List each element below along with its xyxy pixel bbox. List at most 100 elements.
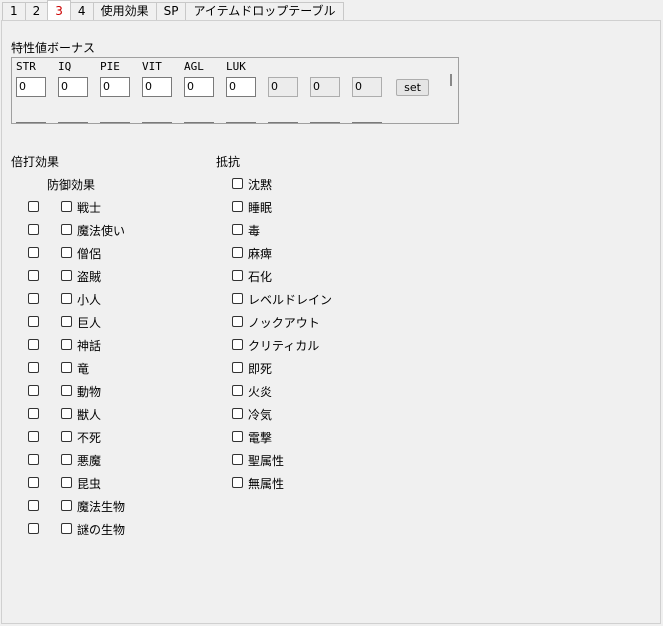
extra-input-1: 0 <box>268 77 298 97</box>
defense-checkbox[interactable] <box>61 293 72 304</box>
stat-label-vit: VIT <box>142 60 162 73</box>
stat-label-agl: AGL <box>184 60 204 73</box>
row2-input-1[interactable] <box>16 122 46 123</box>
multiplier-checkbox[interactable] <box>28 385 39 396</box>
defense-checkbox[interactable] <box>61 477 72 488</box>
tab-sp[interactable]: SP <box>155 2 187 20</box>
resistance-label: 聖属性 <box>248 454 285 468</box>
tab-4[interactable]: 4 <box>69 2 94 20</box>
multiplier-checkbox[interactable] <box>28 247 39 258</box>
resistance-checkbox[interactable] <box>232 270 243 281</box>
defense-checkbox[interactable] <box>61 247 72 258</box>
race-label: 昆虫 <box>77 477 102 491</box>
multiplier-checkbox[interactable] <box>28 500 39 511</box>
multiplier-checkbox[interactable] <box>28 270 39 281</box>
tab-item-drop-table[interactable]: アイテムドロップテーブル <box>185 2 344 20</box>
race-label: 魔法使い <box>77 224 126 238</box>
multiplier-checkbox[interactable] <box>28 201 39 212</box>
resistance-checkbox[interactable] <box>232 224 243 235</box>
resistance-checkbox[interactable] <box>232 431 243 442</box>
resistance-checkbox[interactable] <box>232 477 243 488</box>
resistance-checkbox[interactable] <box>232 247 243 258</box>
row2-input-9[interactable] <box>352 122 382 123</box>
resistance-label: レベルドレイン <box>248 293 333 307</box>
defense-checkbox[interactable] <box>61 201 72 212</box>
race-label: 小人 <box>77 293 102 307</box>
defense-checkbox[interactable] <box>61 523 72 534</box>
resistance-label: 冷気 <box>248 408 273 422</box>
tab-strip: 1 2 3 4 使用効果 SP アイテムドロップテーブル <box>2 0 344 21</box>
multiplier-checkbox[interactable] <box>28 316 39 327</box>
row2-input-2[interactable] <box>58 122 88 123</box>
tab-1[interactable]: 1 <box>2 2 26 20</box>
defense-checkbox[interactable] <box>61 339 72 350</box>
resistance-label: 沈黙 <box>248 178 273 192</box>
resistance-title: 抵抗 <box>216 155 241 169</box>
multiplier-effect-title: 倍打効果 <box>11 155 60 169</box>
row2-input-6[interactable] <box>226 122 256 123</box>
tab-2[interactable]: 2 <box>24 2 49 20</box>
defense-checkbox[interactable] <box>61 500 72 511</box>
race-label: 戦士 <box>77 201 102 215</box>
resistance-label: ノックアウト <box>248 316 320 330</box>
agl-input[interactable]: 0 <box>184 77 214 97</box>
row2-input-8[interactable] <box>310 122 340 123</box>
multiplier-checkbox[interactable] <box>28 362 39 373</box>
stat-bonus-group: STR IQ PIE VIT AGL LUK 0 0 0 0 0 0 0 0 0… <box>11 57 459 124</box>
race-label: 動物 <box>77 385 102 399</box>
stat-label-str: STR <box>16 60 36 73</box>
race-label: 神話 <box>77 339 102 353</box>
multiplier-checkbox[interactable] <box>28 293 39 304</box>
defense-checkbox[interactable] <box>61 224 72 235</box>
multiplier-checkbox[interactable] <box>28 408 39 419</box>
defense-effect-title: 防御効果 <box>47 178 96 192</box>
resistance-checkbox[interactable] <box>232 362 243 373</box>
resistance-label: 無属性 <box>248 477 285 491</box>
resistance-checkbox[interactable] <box>232 293 243 304</box>
set-button[interactable]: set <box>396 79 429 96</box>
resistance-checkbox[interactable] <box>232 408 243 419</box>
luk-input[interactable]: 0 <box>226 77 256 97</box>
multiplier-checkbox[interactable] <box>28 224 39 235</box>
resistance-checkbox[interactable] <box>232 454 243 465</box>
defense-checkbox[interactable] <box>61 270 72 281</box>
stat-bonus-title: 特性値ボーナス <box>11 41 96 55</box>
resistance-checkbox[interactable] <box>232 316 243 327</box>
tab-3[interactable]: 3 <box>47 0 71 20</box>
defense-checkbox[interactable] <box>61 362 72 373</box>
defense-checkbox[interactable] <box>61 385 72 396</box>
vit-input[interactable]: 0 <box>142 77 172 97</box>
multiplier-checkbox[interactable] <box>28 477 39 488</box>
scroll-indicator[interactable] <box>450 74 452 86</box>
race-label: 僧侶 <box>77 247 102 261</box>
resistance-checkbox[interactable] <box>232 339 243 350</box>
resistance-label: クリティカル <box>248 339 320 353</box>
row2-input-3[interactable] <box>100 122 130 123</box>
resistance-label: 睡眠 <box>248 201 273 215</box>
stat-label-iq: IQ <box>58 60 72 73</box>
multiplier-checkbox[interactable] <box>28 339 39 350</box>
resistance-checkbox[interactable] <box>232 178 243 189</box>
multiplier-checkbox[interactable] <box>28 454 39 465</box>
defense-checkbox[interactable] <box>61 408 72 419</box>
str-input[interactable]: 0 <box>16 77 46 97</box>
pie-input[interactable]: 0 <box>100 77 130 97</box>
iq-input[interactable]: 0 <box>58 77 88 97</box>
race-label: 謎の生物 <box>77 523 126 537</box>
resistance-checkbox[interactable] <box>232 201 243 212</box>
resistance-checkbox[interactable] <box>232 385 243 396</box>
multiplier-checkbox[interactable] <box>28 523 39 534</box>
defense-checkbox[interactable] <box>61 431 72 442</box>
resistance-label: 火炎 <box>248 385 273 399</box>
tab-use-effect[interactable]: 使用効果 <box>92 2 157 20</box>
defense-checkbox[interactable] <box>61 454 72 465</box>
race-label: 巨人 <box>77 316 102 330</box>
row2-input-7[interactable] <box>268 122 298 123</box>
row2-input-4[interactable] <box>142 122 172 123</box>
race-label: 獣人 <box>77 408 102 422</box>
multiplier-checkbox[interactable] <box>28 431 39 442</box>
race-label: 魔法生物 <box>77 500 126 514</box>
defense-checkbox[interactable] <box>61 316 72 327</box>
row2-input-5[interactable] <box>184 122 214 123</box>
stat-label-luk: LUK <box>226 60 246 73</box>
